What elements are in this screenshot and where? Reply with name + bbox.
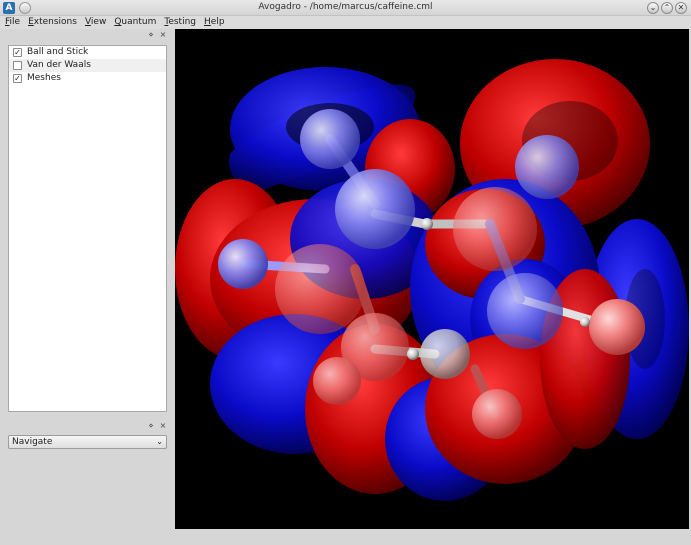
menu-testing[interactable]: Testing: [161, 16, 199, 29]
chevron-down-icon: ⌄: [156, 437, 163, 446]
maximize-icon[interactable]: ⌃: [661, 2, 673, 14]
engine-label: Ball and Stick: [27, 47, 89, 57]
tool-select-value: Navigate: [12, 437, 53, 447]
engine-list: ✓ Ball and Stick Van der Waals ✓ Meshes: [8, 45, 167, 412]
close-icon[interactable]: ✕: [675, 2, 687, 14]
window-title: Avogadro - /home/marcus/caffeine.cml: [258, 2, 433, 12]
menu-quantum[interactable]: Quantum: [111, 16, 159, 29]
status-bar: [0, 529, 691, 545]
dock-float-icon[interactable]: ⋄: [146, 420, 156, 431]
engine-item-van-der-waals[interactable]: Van der Waals: [9, 59, 166, 72]
engine-checkbox-meshes[interactable]: ✓: [13, 74, 22, 83]
menu-file[interactable]: File: [2, 16, 23, 29]
engine-label: Meshes: [27, 73, 61, 83]
menu-extensions[interactable]: Extensions: [25, 16, 80, 29]
dock-float-icon[interactable]: ⋄: [146, 29, 156, 40]
engine-checkbox-van-der-waals[interactable]: [13, 61, 22, 70]
molecular-orbital-render[interactable]: [175, 29, 689, 529]
dock-close-icon[interactable]: ×: [158, 420, 168, 431]
menu-bar: File Extensions View Quantum Testing Help: [0, 16, 691, 29]
title-bar: A Avogadro - /home/marcus/caffeine.cml ⌄…: [0, 0, 691, 16]
tool-dock-header: ⋄ ×: [2, 420, 170, 432]
menu-help[interactable]: Help: [201, 16, 228, 29]
molecule-viewport[interactable]: [175, 29, 689, 529]
tool-select[interactable]: Navigate ⌄: [8, 435, 167, 449]
menu-view[interactable]: View: [82, 16, 109, 29]
engine-dock-header: ⋄ ×: [2, 29, 170, 41]
engine-label: Van der Waals: [27, 60, 91, 70]
dock-close-icon[interactable]: ×: [158, 29, 168, 40]
engine-checkbox-ball-and-stick[interactable]: ✓: [13, 48, 22, 57]
minimize-icon[interactable]: ⌄: [647, 2, 659, 14]
engine-item-meshes[interactable]: ✓ Meshes: [9, 72, 166, 85]
engine-item-ball-and-stick[interactable]: ✓ Ball and Stick: [9, 46, 166, 59]
